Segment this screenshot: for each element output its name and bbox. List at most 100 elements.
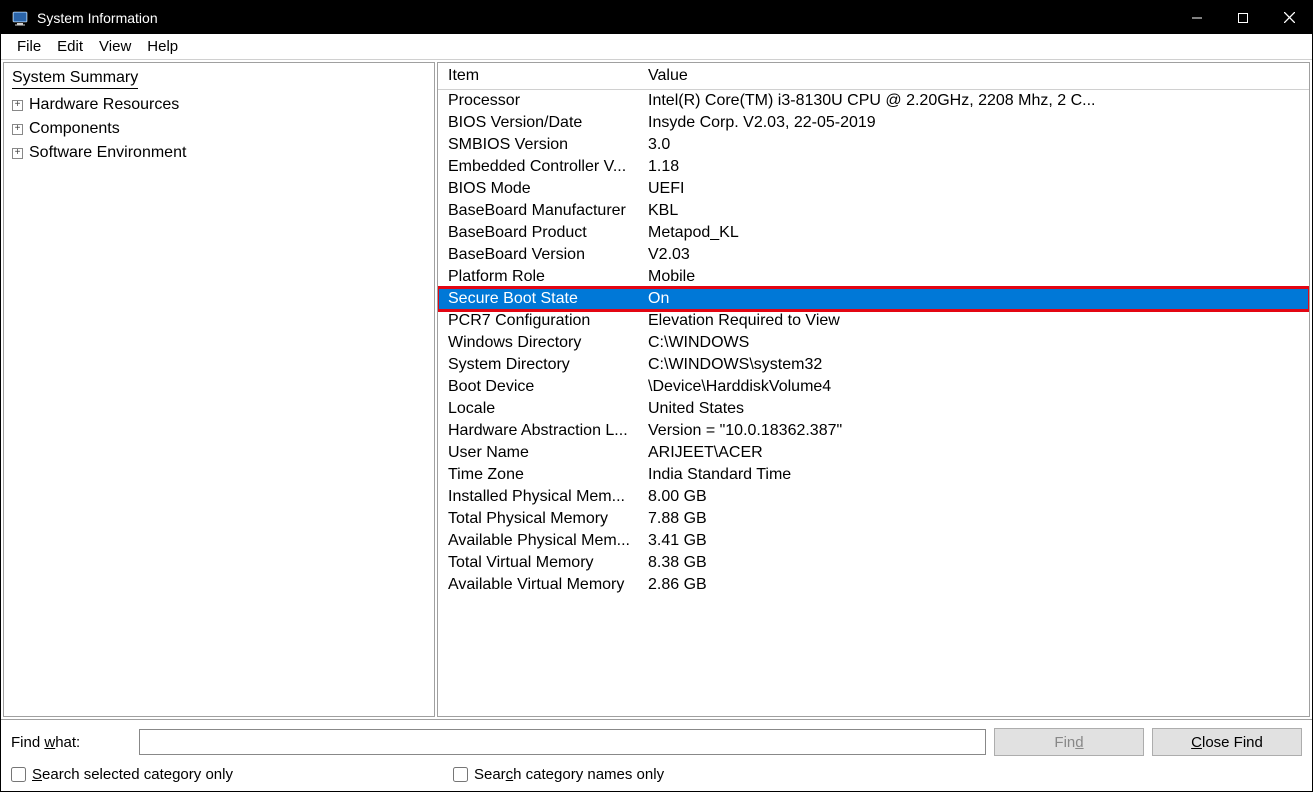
details-value: 1.18 — [644, 158, 1303, 176]
details-row[interactable]: Time ZoneIndia Standard Time — [438, 464, 1309, 486]
details-row[interactable]: PCR7 ConfigurationElevation Required to … — [438, 310, 1309, 332]
details-item: Total Virtual Memory — [444, 554, 644, 572]
tree-node-label: Components — [29, 120, 120, 138]
details-item: Available Virtual Memory — [444, 576, 644, 594]
details-value: Insyde Corp. V2.03, 22-05-2019 — [644, 114, 1303, 132]
details-row[interactable]: Boot Device\Device\HarddiskVolume4 — [438, 376, 1309, 398]
find-what-label: Find what: — [11, 734, 131, 751]
details-item: Platform Role — [444, 268, 644, 286]
menu-edit[interactable]: Edit — [49, 36, 91, 57]
details-row[interactable]: BaseBoard ProductMetapod_KL — [438, 222, 1309, 244]
menu-view[interactable]: View — [91, 36, 139, 57]
search-selected-category-checkbox[interactable]: Search selected category only — [11, 766, 233, 783]
details-row[interactable]: Embedded Controller V...1.18 — [438, 156, 1309, 178]
details-value: C:\WINDOWS\system32 — [644, 356, 1303, 374]
details-item: Hardware Abstraction L... — [444, 422, 644, 440]
find-button[interactable]: Find — [994, 728, 1144, 756]
details-item: User Name — [444, 444, 644, 462]
details-row[interactable]: BaseBoard ManufacturerKBL — [438, 200, 1309, 222]
details-row[interactable]: User NameARIJEET\ACER — [438, 442, 1309, 464]
details-row[interactable]: System DirectoryC:\WINDOWS\system32 — [438, 354, 1309, 376]
details-row[interactable]: BIOS ModeUEFI — [438, 178, 1309, 200]
details-item: Installed Physical Mem... — [444, 488, 644, 506]
details-row[interactable]: BIOS Version/DateInsyde Corp. V2.03, 22-… — [438, 112, 1309, 134]
close-find-button[interactable]: Close Find — [1152, 728, 1302, 756]
tree-node[interactable]: + Hardware Resources — [12, 93, 426, 117]
search-bar: Find what: Find Close Find Search select… — [1, 719, 1312, 791]
details-row[interactable]: LocaleUnited States — [438, 398, 1309, 420]
details-value: 8.00 GB — [644, 488, 1303, 506]
search-category-names-checkbox[interactable]: Search category names only — [453, 766, 664, 783]
tree-node-label: Hardware Resources — [29, 96, 179, 114]
details-value: V2.03 — [644, 246, 1303, 264]
details-item: Boot Device — [444, 378, 644, 396]
details-item: System Directory — [444, 356, 644, 374]
details-value: Mobile — [644, 268, 1303, 286]
titlebar: System Information — [1, 1, 1312, 34]
details-row[interactable]: SMBIOS Version3.0 — [438, 134, 1309, 156]
details-value: Intel(R) Core(TM) i3-8130U CPU @ 2.20GHz… — [644, 92, 1303, 110]
column-item[interactable]: Item — [444, 67, 644, 85]
details-list[interactable]: Item Value ProcessorIntel(R) Core(TM) i3… — [438, 63, 1309, 716]
search-selected-category-input[interactable] — [11, 767, 26, 782]
details-value: \Device\HarddiskVolume4 — [644, 378, 1303, 396]
details-value: KBL — [644, 202, 1303, 220]
details-pane: Item Value ProcessorIntel(R) Core(TM) i3… — [437, 62, 1310, 717]
tree-node-label: Software Environment — [29, 144, 186, 162]
details-value: Version = "10.0.18362.387" — [644, 422, 1303, 440]
search-category-names-input[interactable] — [453, 767, 468, 782]
details-item: Windows Directory — [444, 334, 644, 352]
details-value: 3.0 — [644, 136, 1303, 154]
maximize-button[interactable] — [1220, 1, 1266, 34]
main-area: System Summary + Hardware Resources + Compo… — [1, 60, 1312, 719]
details-item: Secure Boot State — [444, 290, 644, 308]
details-row[interactable]: Hardware Abstraction L...Version = "10.0… — [438, 420, 1309, 442]
details-row[interactable]: Total Virtual Memory8.38 GB — [438, 552, 1309, 574]
navigation-tree[interactable]: System Summary + Hardware Resources + Compo… — [3, 62, 435, 717]
details-value: 3.41 GB — [644, 532, 1303, 550]
details-value: 8.38 GB — [644, 554, 1303, 572]
details-row[interactable]: Platform RoleMobile — [438, 266, 1309, 288]
details-value: On — [644, 290, 1303, 308]
details-row[interactable]: ProcessorIntel(R) Core(TM) i3-8130U CPU … — [438, 90, 1309, 112]
find-what-input[interactable] — [139, 729, 986, 755]
menubar: File Edit View Help — [1, 34, 1312, 60]
details-item: Locale — [444, 400, 644, 418]
tree-node[interactable]: + Components — [12, 117, 426, 141]
details-item: SMBIOS Version — [444, 136, 644, 154]
details-row[interactable]: Total Physical Memory7.88 GB — [438, 508, 1309, 530]
details-row[interactable]: Windows DirectoryC:\WINDOWS — [438, 332, 1309, 354]
column-value[interactable]: Value — [644, 67, 1303, 85]
details-item: BIOS Mode — [444, 180, 644, 198]
window-title: System Information — [37, 10, 1174, 26]
app-icon — [11, 9, 29, 27]
details-row[interactable]: Available Virtual Memory2.86 GB — [438, 574, 1309, 596]
close-button[interactable] — [1266, 1, 1312, 34]
details-value: India Standard Time — [644, 466, 1303, 484]
expand-icon[interactable]: + — [12, 124, 23, 135]
details-row[interactable]: Available Physical Mem...3.41 GB — [438, 530, 1309, 552]
details-value: United States — [644, 400, 1303, 418]
details-item: BaseBoard Version — [444, 246, 644, 264]
expand-icon[interactable]: + — [12, 100, 23, 111]
details-item: Total Physical Memory — [444, 510, 644, 528]
details-header[interactable]: Item Value — [438, 63, 1309, 90]
details-value: UEFI — [644, 180, 1303, 198]
details-row[interactable]: Secure Boot StateOn — [438, 288, 1309, 310]
tree-node[interactable]: + Software Environment — [12, 141, 426, 165]
expand-icon[interactable]: + — [12, 148, 23, 159]
minimize-button[interactable] — [1174, 1, 1220, 34]
menu-help[interactable]: Help — [139, 36, 186, 57]
details-value: 2.86 GB — [644, 576, 1303, 594]
details-row[interactable]: Installed Physical Mem...8.00 GB — [438, 486, 1309, 508]
details-value: C:\WINDOWS — [644, 334, 1303, 352]
details-item: Time Zone — [444, 466, 644, 484]
menu-file[interactable]: File — [9, 36, 49, 57]
details-item: BaseBoard Manufacturer — [444, 202, 644, 220]
details-value: ARIJEET\ACER — [644, 444, 1303, 462]
details-row[interactable]: BaseBoard VersionV2.03 — [438, 244, 1309, 266]
tree-root-system-summary[interactable]: System Summary — [12, 69, 138, 89]
details-item: BIOS Version/Date — [444, 114, 644, 132]
details-value: Elevation Required to View — [644, 312, 1303, 330]
details-item: Available Physical Mem... — [444, 532, 644, 550]
